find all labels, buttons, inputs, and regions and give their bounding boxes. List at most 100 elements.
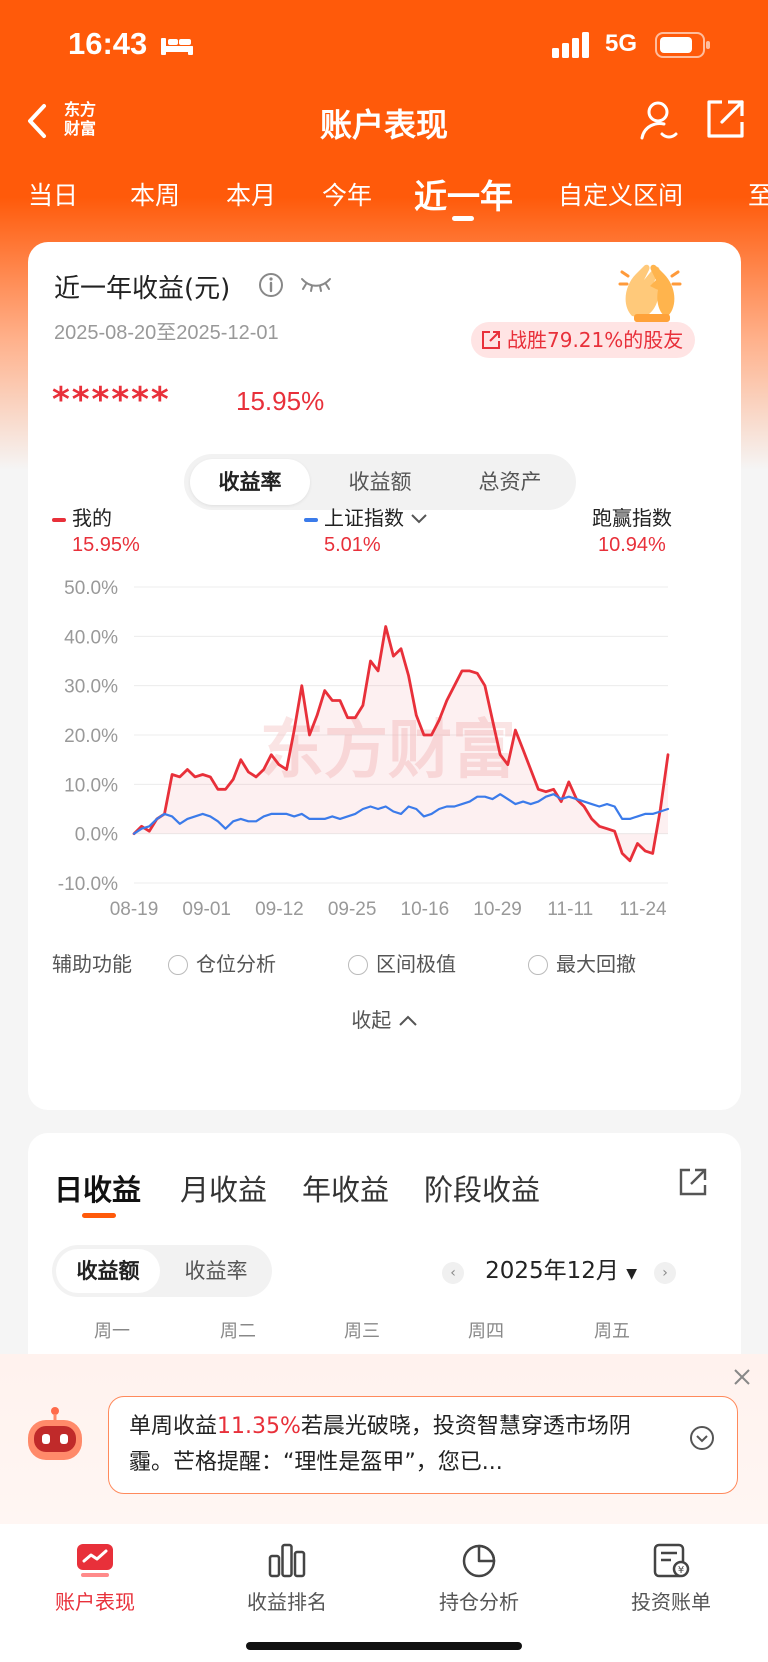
- bill-icon: ¥: [653, 1543, 690, 1578]
- weekday-thu: 周四: [468, 1321, 504, 1342]
- series-area-mine: [134, 626, 668, 861]
- option-position-analysis[interactable]: 仓位分析: [168, 948, 276, 977]
- option-max-drawdown[interactable]: 最大回撤: [528, 948, 636, 977]
- tab-this-week[interactable]: 本周: [130, 176, 180, 212]
- chevron-down-icon: [411, 514, 428, 524]
- clapping-hands-icon: [618, 264, 682, 322]
- x-tick-label: 11-11: [547, 899, 593, 920]
- prev-month-button[interactable]: ‹: [442, 1261, 464, 1284]
- tab-custom-range[interactable]: 自定义区间: [558, 176, 683, 212]
- x-tick-label: 11-24: [619, 899, 667, 920]
- info-icon[interactable]: [258, 272, 284, 298]
- win-rate-text: 战胜79.21%的股友: [507, 328, 684, 352]
- bottom-nav-performance[interactable]: 账户表现: [20, 1542, 170, 1615]
- metric-tab-amount[interactable]: 收益额: [320, 459, 440, 505]
- x-tick-label: 08-19: [110, 899, 159, 920]
- svg-text:¥: ¥: [678, 1565, 684, 1576]
- weekday-tue: 周二: [220, 1321, 256, 1342]
- hide-amount-icon[interactable]: [300, 274, 332, 294]
- performance-card: 近一年收益(元) 2025-08-20至2025-12-01 战胜79.21%的…: [28, 242, 741, 1110]
- tab-yearly-returns[interactable]: 年收益: [302, 1167, 389, 1209]
- close-icon[interactable]: [733, 1368, 751, 1386]
- share-icon[interactable]: [678, 1167, 708, 1197]
- share-icon[interactable]: [704, 98, 746, 140]
- return-line-chart[interactable]: 50.0%40.0%30.0%20.0%10.0%0.0%-10.0%东方财富0…: [28, 572, 741, 942]
- daily-returns-card: 日收益 月收益 年收益 阶段收益 收益额 收益率 ‹ 2025年12月 ▼ › …: [28, 1133, 741, 1373]
- bottom-nav-statement-label: 投资账单: [631, 1590, 711, 1614]
- tab-daily-returns[interactable]: 日收益: [54, 1167, 141, 1209]
- collapse-button[interactable]: 收起: [28, 1004, 741, 1033]
- summary-title: 近一年收益(元): [54, 274, 231, 304]
- y-tick-label: 10.0%: [64, 775, 118, 796]
- weekday-mon: 周一: [94, 1321, 130, 1342]
- daily-tab-rate[interactable]: 收益率: [164, 1249, 268, 1293]
- expand-icon[interactable]: [689, 1425, 715, 1451]
- month-dropdown[interactable]: 2025年12月 ▼: [485, 1245, 637, 1300]
- active-tab-indicator: [82, 1213, 116, 1218]
- tab-period-returns[interactable]: 阶段收益: [424, 1167, 540, 1209]
- bottom-nav-statement[interactable]: ¥ 投资账单: [596, 1542, 746, 1615]
- radio-icon: [528, 955, 548, 975]
- bottom-nav-holdings[interactable]: 持仓分析: [404, 1542, 554, 1615]
- share-small-icon: [482, 331, 500, 349]
- bottom-nav-ranking-label: 收益排名: [247, 1590, 327, 1614]
- pie-chart-icon: [462, 1544, 496, 1578]
- y-tick-label: 20.0%: [64, 726, 118, 747]
- date-range: 2025-08-20至2025-12-01: [54, 322, 279, 344]
- tab-more[interactable]: 至: [748, 176, 768, 212]
- metric-tab-rate[interactable]: 收益率: [190, 459, 310, 505]
- option-range-extremes[interactable]: 区间极值: [348, 948, 456, 977]
- legend-index-label: 上证指数: [324, 506, 404, 530]
- user-settings-icon[interactable]: [638, 98, 682, 142]
- tab-this-year[interactable]: 今年: [322, 176, 372, 212]
- radio-icon: [168, 955, 188, 975]
- collapse-label: 收起: [351, 1008, 392, 1032]
- tab-this-month[interactable]: 本月: [226, 176, 276, 212]
- sleep-mode-icon: [161, 38, 193, 55]
- legend-index[interactable]: 上证指数: [304, 502, 428, 531]
- y-tick-label: -10.0%: [58, 874, 118, 895]
- x-tick-label: 09-01: [182, 899, 231, 920]
- bar-chart-icon: [268, 1543, 306, 1578]
- bottom-navigation: 账户表现 收益排名 持仓分析 ¥ 投资账单: [0, 1524, 768, 1662]
- ai-tip-prefix: 单周收益: [129, 1414, 218, 1439]
- tab-today[interactable]: 当日: [28, 176, 78, 212]
- status-bar: 16:43 5G: [0, 0, 768, 90]
- metric-tab-assets[interactable]: 总资产: [450, 459, 570, 505]
- aux-functions-label: 辅助功能: [52, 952, 132, 976]
- radio-icon: [348, 955, 368, 975]
- option-position-analysis-label: 仓位分析: [196, 952, 276, 976]
- month-label: 2025年12月: [485, 1258, 619, 1284]
- caret-down-icon: ▼: [626, 1266, 637, 1282]
- weekday-fri: 周五: [594, 1321, 630, 1342]
- next-month-button[interactable]: ›: [654, 1261, 677, 1284]
- home-indicator: [246, 1642, 522, 1650]
- tab-monthly-returns[interactable]: 月收益: [180, 1167, 267, 1209]
- win-rate-badge[interactable]: 战胜79.21%的股友: [471, 322, 696, 358]
- legend-mine-value: 15.95%: [72, 534, 140, 556]
- signal-icon: [552, 32, 589, 58]
- legend-mine-label: 我的: [72, 506, 112, 530]
- return-rate: 15.95%: [236, 386, 325, 416]
- legend-mine: 我的: [52, 502, 112, 531]
- option-max-drawdown-label: 最大回撤: [556, 952, 636, 976]
- ai-tip-highlight: 11.35%: [217, 1414, 301, 1439]
- legend-index-value: 5.01%: [324, 534, 381, 556]
- y-tick-label: 0.0%: [75, 825, 118, 846]
- x-tick-label: 10-16: [401, 899, 450, 920]
- legend-beat-label: 跑赢指数: [592, 506, 672, 530]
- bottom-nav-performance-label: 账户表现: [55, 1590, 135, 1614]
- trend-chart-icon: [77, 1544, 113, 1577]
- option-range-extremes-label: 区间极值: [376, 952, 456, 976]
- tab-past-year[interactable]: 近一年: [414, 170, 513, 218]
- bottom-nav-ranking[interactable]: 收益排名: [212, 1542, 362, 1615]
- weekday-wed: 周三: [344, 1321, 380, 1342]
- daily-tab-amount[interactable]: 收益额: [56, 1249, 160, 1293]
- legend-beat-value: 10.94%: [598, 534, 666, 556]
- y-tick-label: 40.0%: [64, 627, 118, 648]
- ai-tip-bubble[interactable]: 单周收益11.35%若晨光破晓，投资智慧穿透市场阴霾。芒格提醒：“理性是盔甲”，…: [108, 1396, 738, 1494]
- legend-index-swatch: [304, 517, 318, 522]
- legend-mine-swatch: [52, 517, 66, 522]
- battery-icon: [655, 32, 710, 58]
- status-time: 16:43: [68, 26, 148, 61]
